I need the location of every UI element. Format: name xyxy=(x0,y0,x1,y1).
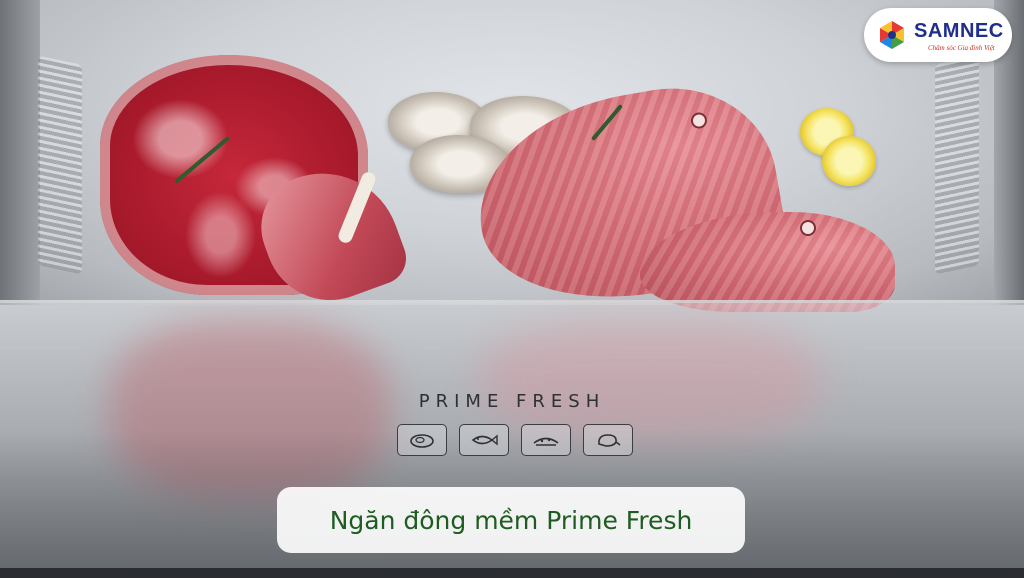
steak-icon xyxy=(397,424,447,456)
fish-icon xyxy=(459,424,509,456)
fish-eye xyxy=(800,220,816,236)
right-vent xyxy=(935,55,979,275)
drawer-icons xyxy=(397,424,633,456)
logo-name: SAMNEC xyxy=(914,20,1004,42)
caption-box: Ngăn đông mềm Prime Fresh xyxy=(277,487,745,553)
fish-eye xyxy=(689,111,709,130)
left-drawer-rail xyxy=(0,0,40,305)
samnec-logo: SAMNEC Chăm sóc Gia đình Việt xyxy=(864,8,1012,62)
drawer-label: PRIME FRESH xyxy=(418,391,606,412)
poultry-icon xyxy=(583,424,633,456)
seafood-icon xyxy=(521,424,571,456)
logo-hexagon-icon xyxy=(880,21,904,49)
lemon-slice xyxy=(822,136,876,186)
blurred-fish-reflection xyxy=(480,320,820,440)
bottom-strip xyxy=(0,568,1024,578)
caption-text: Ngăn đông mềm Prime Fresh xyxy=(329,505,693,535)
left-vent xyxy=(38,55,82,275)
logo-tagline: Chăm sóc Gia đình Việt xyxy=(928,44,995,52)
